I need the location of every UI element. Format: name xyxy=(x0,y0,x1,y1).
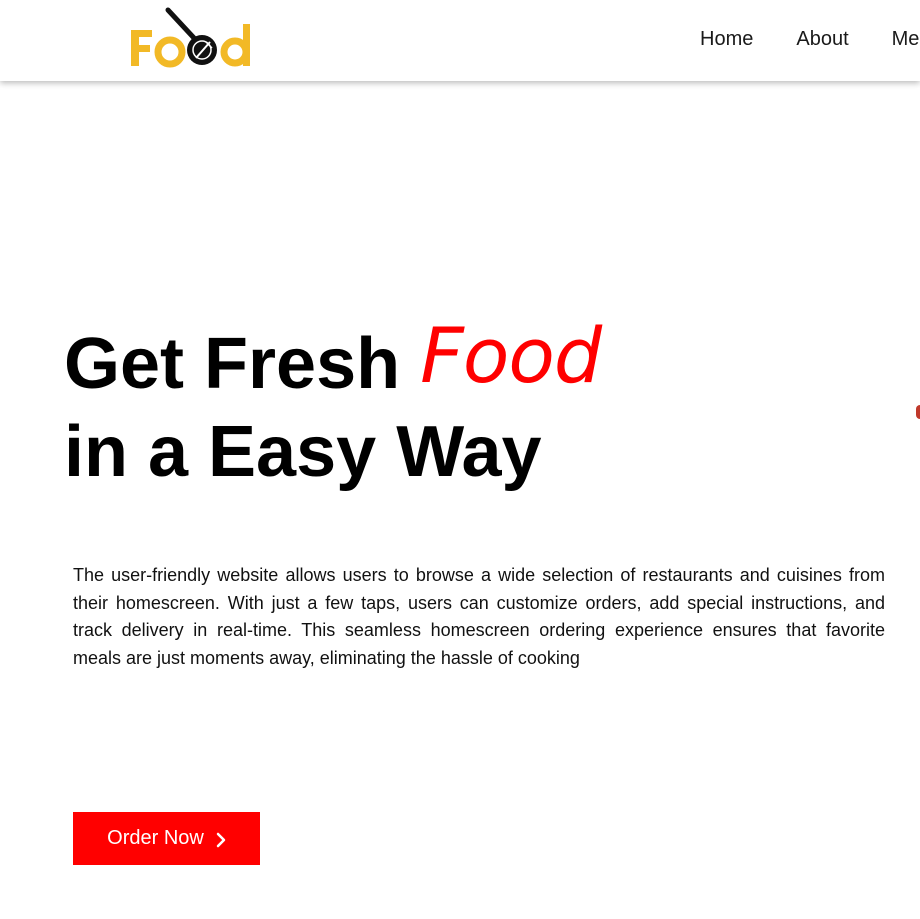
hero-title-part1: Get Fresh xyxy=(64,324,401,404)
logo-image xyxy=(131,7,250,68)
nav-item-about[interactable]: About xyxy=(796,26,848,52)
hero-title: Get Fresh Food in a Easy Way xyxy=(64,312,602,496)
nav-item-home[interactable]: Home xyxy=(700,26,753,52)
logo[interactable] xyxy=(128,4,260,76)
order-now-label: Order Now xyxy=(107,827,204,849)
nav-item-menu[interactable]: Me xyxy=(892,26,920,52)
site-header: Home About Me xyxy=(0,0,920,81)
hero-title-line2: in a Easy Way xyxy=(64,412,542,492)
order-now-button[interactable]: Order Now xyxy=(73,812,260,865)
hero-title-accent: Food xyxy=(420,311,602,400)
chevron-right-icon xyxy=(216,831,226,847)
main-nav: Home About Me xyxy=(700,26,920,52)
decorative-image-edge xyxy=(916,405,920,419)
hero-description: The user-friendly website allows users t… xyxy=(73,565,885,668)
